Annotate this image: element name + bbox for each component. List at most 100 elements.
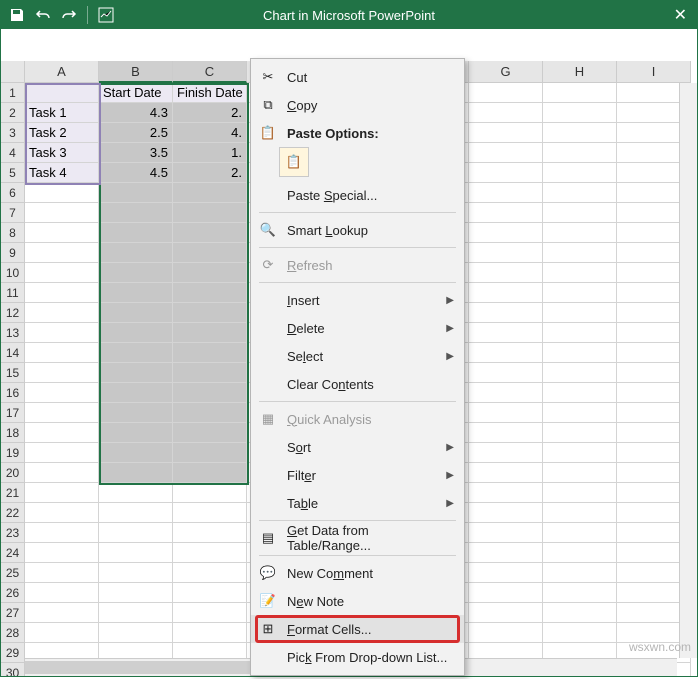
cell[interactable] — [25, 583, 99, 603]
menu-clear-contents[interactable]: Clear Contents — [251, 370, 464, 398]
col-header[interactable]: A — [25, 61, 99, 83]
cell[interactable] — [25, 443, 99, 463]
cell[interactable] — [543, 303, 617, 323]
cell[interactable] — [173, 503, 247, 523]
cell[interactable] — [469, 583, 543, 603]
cell[interactable] — [99, 243, 173, 263]
row-header[interactable]: 27 — [1, 603, 25, 623]
cell[interactable] — [543, 83, 617, 103]
vertical-scrollbar[interactable] — [679, 83, 697, 658]
cell[interactable] — [25, 563, 99, 583]
cell[interactable] — [25, 403, 99, 423]
cell[interactable] — [469, 323, 543, 343]
cell[interactable] — [469, 423, 543, 443]
cell[interactable] — [99, 463, 173, 483]
col-header[interactable]: C — [173, 61, 247, 83]
cell[interactable] — [543, 123, 617, 143]
cell[interactable]: Finish Date — [173, 83, 247, 103]
row-header[interactable]: 2 — [1, 103, 25, 123]
row-header[interactable]: 14 — [1, 343, 25, 363]
row-header[interactable]: 29 — [1, 643, 25, 663]
redo-icon[interactable] — [61, 7, 77, 23]
cell[interactable] — [543, 403, 617, 423]
cell[interactable] — [25, 223, 99, 243]
cell[interactable] — [543, 563, 617, 583]
cell[interactable] — [469, 223, 543, 243]
close-icon[interactable]: ✕ — [674, 5, 687, 25]
menu-insert[interactable]: Insert▶ — [251, 286, 464, 314]
cell[interactable] — [543, 423, 617, 443]
cell[interactable] — [469, 83, 543, 103]
cell[interactable] — [543, 603, 617, 623]
cell[interactable] — [543, 463, 617, 483]
cell[interactable] — [469, 243, 543, 263]
cell[interactable] — [173, 563, 247, 583]
cell[interactable] — [543, 383, 617, 403]
cell[interactable] — [99, 443, 173, 463]
cell[interactable] — [469, 283, 543, 303]
cell[interactable] — [469, 443, 543, 463]
cell[interactable] — [25, 423, 99, 443]
cell[interactable] — [99, 483, 173, 503]
row-header[interactable]: 11 — [1, 283, 25, 303]
cell[interactable] — [173, 583, 247, 603]
cell[interactable] — [99, 283, 173, 303]
cell[interactable] — [543, 323, 617, 343]
cell[interactable] — [543, 363, 617, 383]
cell[interactable] — [99, 623, 173, 643]
cell[interactable] — [469, 123, 543, 143]
cell[interactable]: Task 4 — [25, 163, 99, 183]
cell[interactable] — [173, 483, 247, 503]
cell[interactable] — [99, 603, 173, 623]
cell[interactable] — [543, 263, 617, 283]
cell[interactable] — [543, 523, 617, 543]
cell[interactable] — [99, 563, 173, 583]
cell[interactable] — [99, 223, 173, 243]
cell[interactable] — [25, 383, 99, 403]
cell[interactable] — [99, 543, 173, 563]
cell[interactable]: 2. — [173, 163, 247, 183]
cell[interactable]: Task 1 — [25, 103, 99, 123]
cell[interactable] — [469, 143, 543, 163]
cell[interactable] — [543, 163, 617, 183]
cell[interactable] — [469, 343, 543, 363]
cell[interactable] — [543, 223, 617, 243]
cell[interactable] — [173, 443, 247, 463]
menu-new-comment[interactable]: 💬New Comment — [251, 559, 464, 587]
cell[interactable] — [173, 363, 247, 383]
chart-icon[interactable] — [98, 7, 114, 23]
cell[interactable]: 4. — [173, 123, 247, 143]
cell[interactable] — [25, 283, 99, 303]
row-header[interactable]: 7 — [1, 203, 25, 223]
cell[interactable] — [173, 423, 247, 443]
cell[interactable] — [469, 183, 543, 203]
cell[interactable] — [99, 183, 173, 203]
row-header[interactable]: 24 — [1, 543, 25, 563]
cell[interactable] — [543, 503, 617, 523]
cell[interactable] — [99, 263, 173, 283]
cell[interactable] — [99, 403, 173, 423]
cell[interactable] — [469, 503, 543, 523]
menu-paste-special[interactable]: Paste Special... — [251, 181, 464, 209]
row-header[interactable]: 19 — [1, 443, 25, 463]
cell[interactable] — [173, 543, 247, 563]
cell[interactable] — [25, 83, 99, 103]
cell[interactable] — [25, 503, 99, 523]
cell[interactable] — [469, 303, 543, 323]
cell[interactable] — [173, 323, 247, 343]
cell[interactable] — [173, 383, 247, 403]
row-header[interactable]: 9 — [1, 243, 25, 263]
cell[interactable] — [99, 503, 173, 523]
cell[interactable] — [173, 183, 247, 203]
cell[interactable] — [469, 363, 543, 383]
menu-pick-list[interactable]: Pick From Drop-down List... — [251, 643, 464, 671]
cell[interactable] — [173, 603, 247, 623]
row-header[interactable]: 16 — [1, 383, 25, 403]
cell[interactable] — [173, 203, 247, 223]
cell[interactable]: Task 2 — [25, 123, 99, 143]
paste-option-button[interactable]: 📋 — [279, 147, 309, 177]
cell[interactable] — [99, 363, 173, 383]
menu-copy[interactable]: ⧉Copy — [251, 91, 464, 119]
cell[interactable] — [469, 163, 543, 183]
cell[interactable] — [173, 303, 247, 323]
